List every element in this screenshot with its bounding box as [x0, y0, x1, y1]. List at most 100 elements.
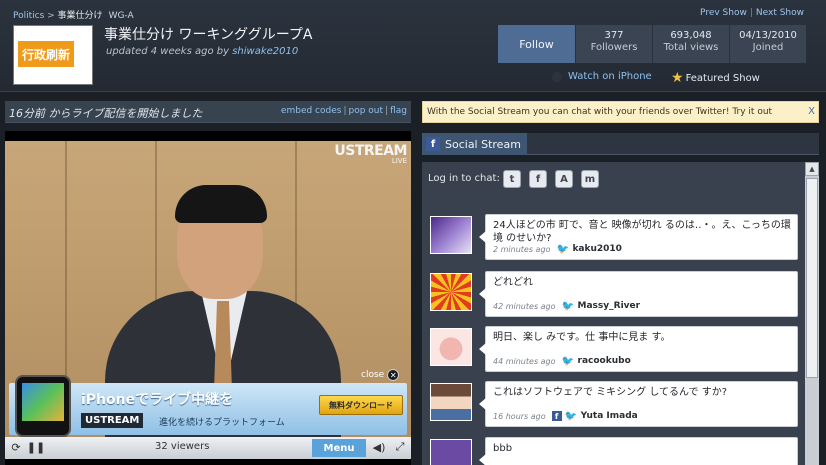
message-author[interactable]: kaku2010 [572, 244, 622, 254]
featured-show-label: Featured Show [685, 72, 760, 84]
stat-value: 377 [604, 30, 624, 41]
show-navigation: Prev Show | Next Show [700, 8, 804, 18]
owner-link[interactable]: shiwake2010 [232, 46, 298, 57]
twitter-icon: 🐦 [561, 300, 574, 312]
message-meta: 42 minutes ago 🐦 Massy_River [493, 300, 641, 312]
link-separator: | [343, 106, 347, 116]
player-controls: ⟳ ❚❚ 32 viewers Menu ◀) ⤢ [5, 437, 411, 459]
message-text: 明日、楽し みです。仕 事中に見ま す。 [493, 332, 671, 343]
promo-close-button[interactable]: X [808, 106, 815, 117]
ad-title: iPhoneでライブ中継を [81, 392, 234, 408]
social-stream-header: f Social Stream [422, 133, 819, 155]
pause-icon[interactable]: ❚❚ [27, 440, 45, 454]
breadcrumb-category[interactable]: Politics [13, 11, 44, 21]
twitter-login-icon[interactable]: t [503, 170, 521, 188]
avatar[interactable] [430, 216, 472, 254]
avatar[interactable] [430, 439, 472, 465]
watch-on-iphone-link[interactable]: Watch on iPhone [552, 71, 652, 82]
facebook-icon: f [551, 411, 562, 421]
video-player[interactable]: USTREAM LIVE close ✕ iPhoneでライブ中継を USTRE… [5, 131, 411, 465]
facebook-icon: f [426, 137, 440, 151]
list-item: 24人ほどの市 町で、音と 映像が切れ るのは‥・。え、こっちの環境 のせいか?… [428, 214, 798, 260]
chat-message: どれどれ 42 minutes ago 🐦 Massy_River [479, 271, 798, 317]
promo-text: With the Social Stream you can chat with… [427, 107, 773, 117]
embed-codes-link[interactable]: embed codes [281, 106, 342, 116]
stat-value: 04/13/2010 [739, 30, 797, 41]
chat-message: これはソフトウェアで ミキシング してるんで すか? 16 hours ago … [479, 381, 798, 427]
message-author[interactable]: Massy_River [578, 301, 641, 311]
page-title: 事業仕分け ワーキンググループA [104, 27, 313, 43]
message-meta: 44 minutes ago 🐦 racookubo [493, 355, 631, 367]
twitter-icon: 🐦 [561, 355, 574, 367]
facebook-login-icon[interactable]: f [529, 170, 547, 188]
ad-subtitle: 進化を続けるプラットフォーム [159, 418, 285, 428]
ad-brand: USTREAM [81, 413, 144, 428]
watch-on-iphone-label: Watch on iPhone [568, 71, 652, 82]
stat-joined: 04/13/2010 Joined [730, 25, 806, 63]
stat-value: 693,048 [670, 30, 712, 41]
myspace-login-icon[interactable]: m [581, 170, 599, 188]
avatar[interactable] [430, 273, 472, 311]
channel-logo[interactable]: 行政刷新 [13, 25, 93, 85]
free-download-button[interactable]: 無料ダウンロード [319, 395, 403, 415]
message-author[interactable]: Yuta Imada [581, 411, 638, 421]
apple-icon [552, 71, 562, 82]
list-item: bbb [428, 437, 798, 465]
updated-prefix: updated 4 weeks ago by [106, 46, 230, 57]
viewer-count: 32 viewers [155, 441, 210, 452]
show-header: Politics > 事業仕分け WG-A Prev Show | Next Show… [0, 0, 826, 92]
ustream-watermark: USTREAM LIVE [334, 143, 407, 165]
follow-button[interactable]: Follow [498, 25, 576, 63]
avatar[interactable] [430, 383, 472, 421]
volume-icon[interactable]: ◀) [372, 440, 386, 454]
link-separator: | [385, 106, 389, 116]
message-text: 24人ほどの市 町で、音と 映像が切れ るのは‥・。え、こっちの環境 のせいか? [493, 220, 791, 244]
stat-label: Total views [663, 42, 719, 53]
twitter-icon: 🐦 [564, 410, 578, 422]
message-text: これはソフトウェアで ミキシング してるんで すか? [493, 387, 728, 398]
message-author[interactable]: racookubo [578, 356, 631, 366]
message-time: 42 minutes ago [493, 301, 556, 311]
broadcast-status-text: 16分前 からライブ配信を開始しました [9, 107, 203, 120]
breadcrumb-current: 事業仕分け [57, 11, 103, 21]
breadcrumb: Politics > 事業仕分け WG-A [13, 8, 134, 21]
featured-show-badge[interactable]: ★ Featured Show [671, 70, 760, 86]
avatar[interactable] [430, 328, 472, 366]
breadcrumb-separator: > [44, 11, 58, 21]
stat-label: Joined [752, 42, 784, 53]
list-item: 明日、楽し みです。仕 事中に見ま す。 44 minutes ago 🐦 ra… [428, 326, 798, 372]
message-meta: 2 minutes ago 🐦 kaku2010 [493, 244, 622, 255]
message-meta: 16 hours ago f 🐦 Yuta Imada [493, 410, 638, 422]
pop-out-link[interactable]: pop out [349, 106, 384, 116]
nav-separator: | [749, 8, 753, 18]
close-ad-button[interactable]: close ✕ [361, 369, 400, 381]
chat-message: 明日、楽し みです。仕 事中に見ま す。 44 minutes ago 🐦 ra… [479, 326, 798, 372]
scroll-up-icon[interactable]: ▲ [805, 162, 819, 176]
fullscreen-icon[interactable]: ⤢ [393, 440, 407, 454]
chat-message: bbb [479, 437, 798, 465]
list-item: どれどれ 42 minutes ago 🐦 Massy_River [428, 271, 798, 317]
message-time: 2 minutes ago [493, 244, 551, 254]
message-time: 16 hours ago [493, 411, 546, 421]
next-show-link[interactable]: Next Show [756, 8, 804, 18]
chat-scrollbar[interactable]: ▲ [805, 162, 819, 465]
chat-message: 24人ほどの市 町で、音と 映像が切れ るのは‥・。え、こっちの環境 のせいか?… [479, 214, 798, 260]
refresh-icon[interactable]: ⟳ [9, 440, 23, 454]
prev-show-link[interactable]: Prev Show [700, 8, 747, 18]
login-to-chat-label: Log in to chat: [428, 173, 500, 184]
broadcast-status-bar: 16分前 からライブ配信を開始しました embed codes | pop out |… [5, 101, 411, 123]
speaker-hair [175, 185, 267, 223]
close-icon: ✕ [387, 369, 400, 381]
social-stream-tab[interactable]: f Social Stream [422, 133, 527, 155]
updated-info: updated 4 weeks ago by shiwake2010 [106, 46, 298, 57]
aim-login-icon[interactable]: A [555, 170, 573, 188]
channel-logo-text: 行政刷新 [18, 41, 74, 67]
scroll-thumb[interactable] [806, 178, 818, 378]
message-text: どれどれ [493, 277, 533, 288]
social-stream-title: Social Stream [445, 137, 521, 151]
stat-followers: 377 Followers [576, 25, 653, 63]
player-menu-button[interactable]: Menu [312, 439, 366, 457]
star-icon: ★ [671, 70, 684, 86]
iphone-ad-banner[interactable]: iPhoneでライブ中継を USTREAM 進化を続けるプラットフォーム 無料ダ… [9, 375, 407, 437]
flag-link[interactable]: flag [390, 106, 407, 116]
